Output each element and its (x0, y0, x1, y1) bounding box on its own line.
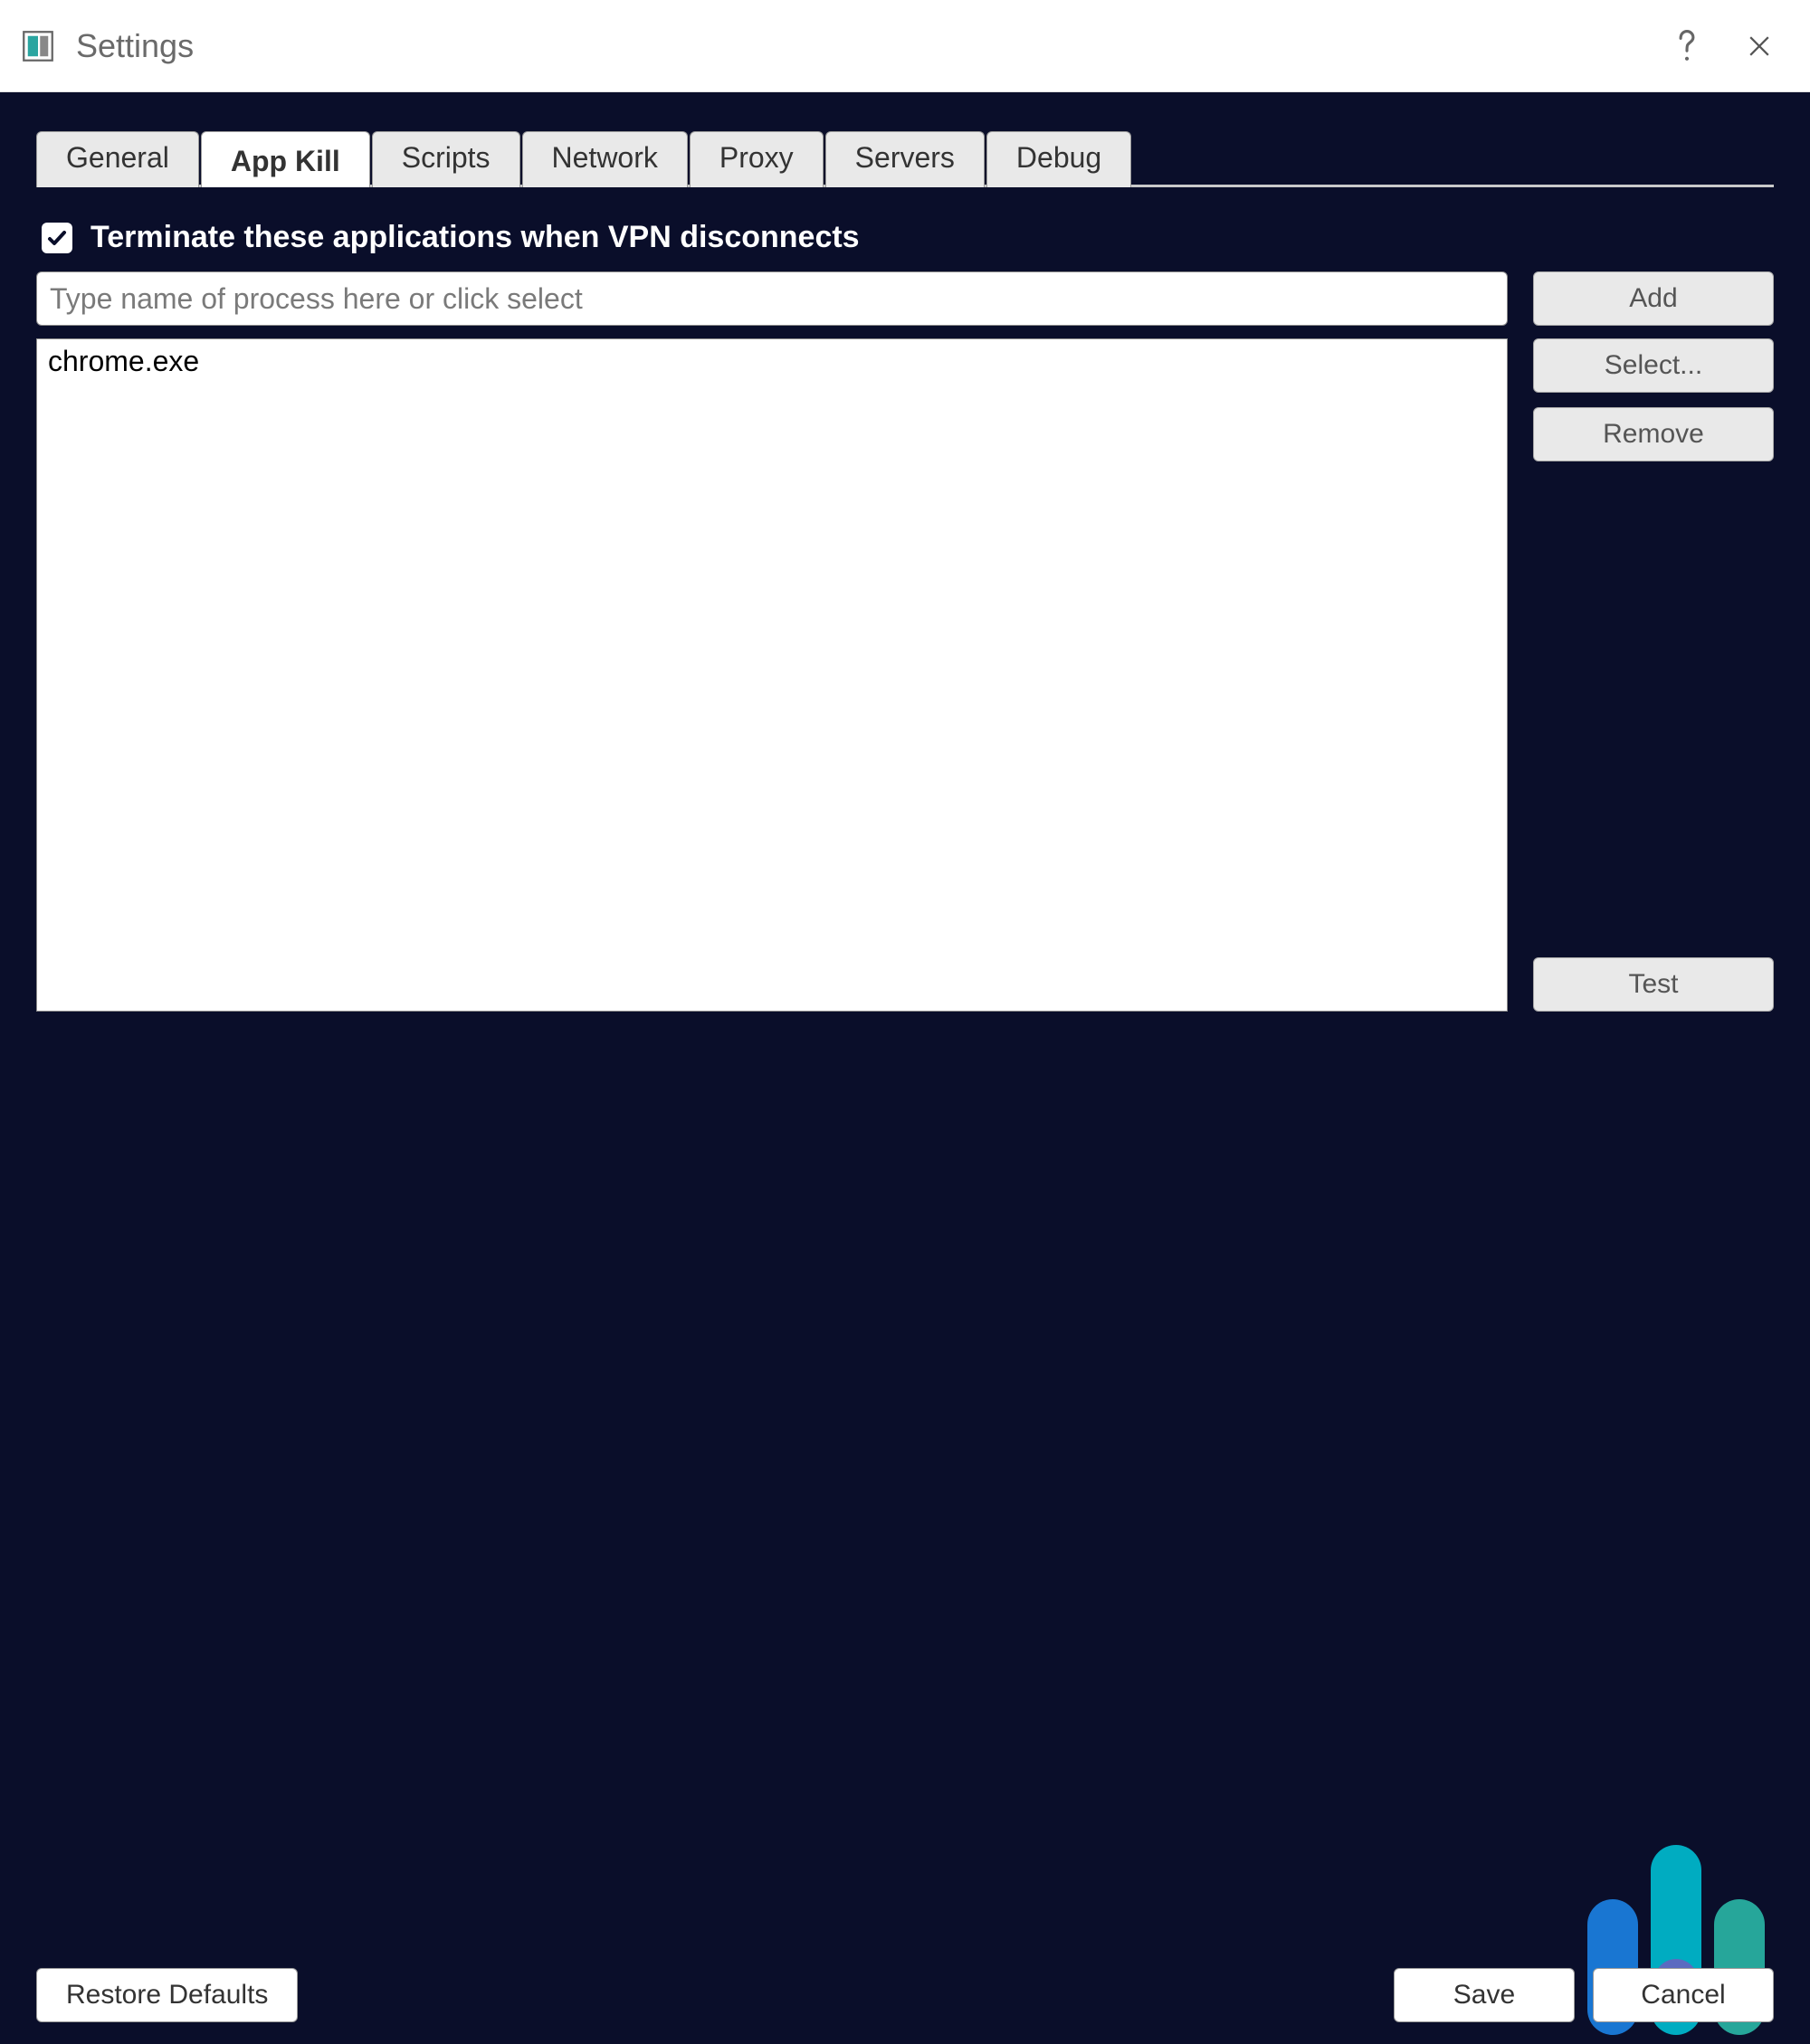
tab-scripts[interactable]: Scripts (372, 131, 520, 187)
cancel-button[interactable]: Cancel (1593, 1968, 1774, 2022)
test-button[interactable]: Test (1533, 957, 1774, 1012)
tab-servers[interactable]: Servers (825, 131, 985, 187)
process-list[interactable]: chrome.exe (36, 338, 1508, 1012)
window-title: Settings (76, 27, 1651, 65)
app-icon (22, 30, 54, 62)
terminate-checkbox-row: Terminate these applications when VPN di… (42, 220, 1774, 255)
save-button[interactable]: Save (1394, 1968, 1575, 2022)
process-list-row: chrome.exe Select... Remove Test (36, 338, 1774, 1012)
process-input-row: Add (36, 271, 1774, 326)
tab-app-kill[interactable]: App Kill (201, 131, 370, 187)
help-button[interactable] (1651, 19, 1723, 73)
close-button[interactable] (1723, 19, 1796, 73)
tabs-bar: General App Kill Scripts Network Proxy S… (36, 128, 1774, 187)
tab-general[interactable]: General (36, 131, 199, 187)
settings-window: Settings General App Kill Scripts Networ… (0, 0, 1810, 2044)
tab-network[interactable]: Network (522, 131, 688, 187)
select-button[interactable]: Select... (1533, 338, 1774, 393)
list-item[interactable]: chrome.exe (37, 339, 1507, 384)
tab-debug[interactable]: Debug (986, 131, 1131, 187)
remove-button[interactable]: Remove (1533, 407, 1774, 461)
process-name-input[interactable] (36, 271, 1508, 326)
titlebar: Settings (0, 0, 1810, 92)
terminate-checkbox[interactable] (42, 223, 72, 253)
tab-proxy[interactable]: Proxy (690, 131, 824, 187)
content-area: General App Kill Scripts Network Proxy S… (0, 92, 1810, 2044)
add-button[interactable]: Add (1533, 271, 1774, 326)
footer-bar: Restore Defaults Save Cancel (36, 1968, 1774, 2022)
terminate-checkbox-label: Terminate these applications when VPN di… (90, 220, 860, 255)
restore-defaults-button[interactable]: Restore Defaults (36, 1968, 298, 2022)
